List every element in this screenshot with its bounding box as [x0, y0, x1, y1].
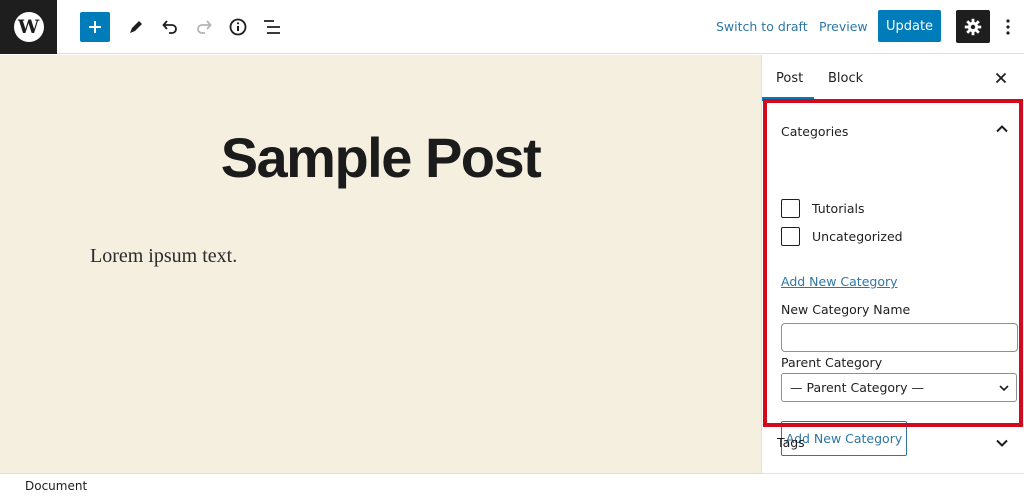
editor-toolbar: W Switch to draft Preview Update	[0, 0, 1024, 54]
gear-icon	[964, 18, 982, 35]
update-button[interactable]: Update	[878, 10, 941, 42]
categories-panel: Categories Tutorials Uncategorized Add N…	[766, 103, 1022, 456]
tab-post[interactable]: Post	[776, 71, 803, 86]
categories-panel-title[interactable]: Categories	[781, 124, 848, 139]
block-breadcrumb-bar: Document	[0, 473, 1024, 496]
close-icon	[995, 72, 1007, 84]
tools-button[interactable]	[121, 12, 151, 42]
add-new-category-link[interactable]: Add New Category	[781, 274, 898, 289]
parent-category-selected-value: — Parent Category —	[790, 380, 925, 395]
list-view-button[interactable]	[257, 12, 287, 42]
chevron-down-icon[interactable]	[994, 435, 1010, 451]
parent-category-label: Parent Category	[781, 355, 883, 370]
plus-icon	[89, 21, 101, 33]
info-icon	[229, 18, 247, 36]
redo-icon	[197, 20, 212, 34]
settings-sidebar: Post Block Categories Tutorials Uncatego…	[761, 55, 1024, 473]
kebab-menu-icon	[1006, 19, 1010, 35]
pencil-icon	[130, 21, 142, 33]
tags-panel-title[interactable]: Tags	[777, 435, 805, 450]
details-button[interactable]	[223, 12, 253, 42]
tags-panel[interactable]: Tags	[762, 424, 1024, 473]
paragraph-block[interactable]: Lorem ipsum text.	[90, 245, 237, 268]
category-option-tutorials[interactable]: Tutorials	[781, 199, 864, 218]
add-block-button[interactable]	[80, 12, 110, 42]
category-option-uncategorized[interactable]: Uncategorized	[781, 227, 903, 246]
breadcrumb-document[interactable]: Document	[25, 479, 87, 493]
new-category-name-input[interactable]	[781, 323, 1018, 352]
wordpress-logo-button[interactable]: W	[0, 0, 57, 54]
checkbox[interactable]	[781, 227, 800, 246]
post-title[interactable]: Sample Post	[0, 125, 761, 191]
sidebar-tabs: Post Block	[762, 55, 1024, 101]
settings-button[interactable]	[956, 10, 990, 43]
wordpress-logo-icon: W	[13, 12, 44, 42]
redo-button[interactable]	[189, 12, 219, 42]
category-label: Uncategorized	[812, 229, 903, 244]
switch-to-draft-link[interactable]: Switch to draft	[716, 19, 808, 34]
new-category-name-label: New Category Name	[781, 302, 911, 317]
close-sidebar-button[interactable]	[992, 69, 1010, 87]
undo-icon	[162, 20, 177, 34]
chevron-down-icon	[999, 385, 1009, 392]
category-label: Tutorials	[812, 201, 865, 216]
list-view-icon	[264, 20, 280, 34]
options-menu-button[interactable]	[998, 12, 1018, 42]
active-tab-indicator	[762, 97, 814, 101]
parent-category-select[interactable]: — Parent Category —	[781, 373, 1017, 402]
undo-button[interactable]	[155, 12, 185, 42]
tab-block[interactable]: Block	[828, 71, 863, 86]
editor-canvas: Sample Post Lorem ipsum text.	[0, 55, 761, 473]
checkbox[interactable]	[781, 199, 800, 218]
chevron-up-icon[interactable]	[994, 121, 1010, 137]
preview-link[interactable]: Preview	[819, 19, 868, 34]
